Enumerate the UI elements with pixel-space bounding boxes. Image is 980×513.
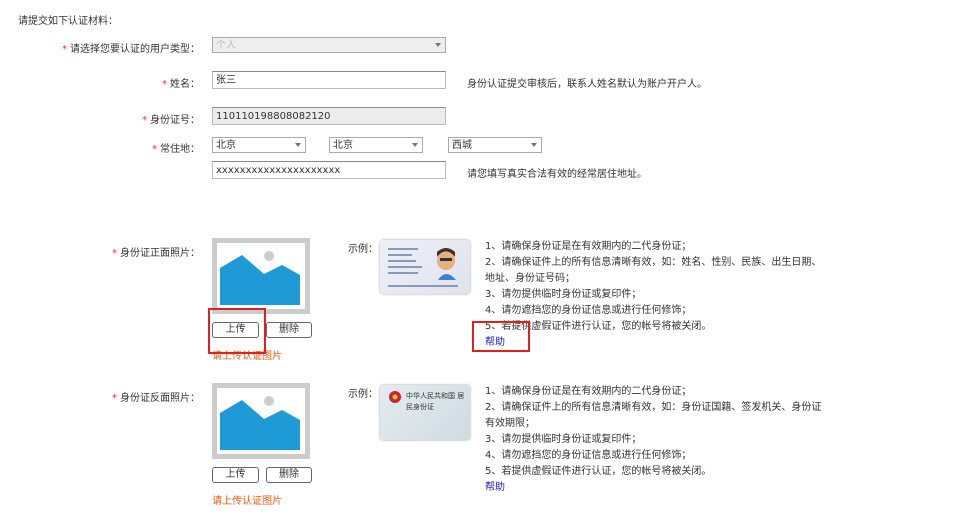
id-front-help-link[interactable]: 帮助 bbox=[485, 335, 825, 351]
chevron-down-icon bbox=[531, 143, 537, 147]
id-front-delete-button[interactable]: 删除 bbox=[266, 322, 312, 338]
address-input[interactable]: xxxxxxxxxxxxxxxxxxxxx bbox=[212, 161, 446, 179]
image-placeholder-icon bbox=[217, 388, 305, 454]
note: 1、请确保身份证是在有效期内的二代身份证； bbox=[485, 386, 692, 397]
note: 5、若提供虚假证件进行认证，您的帐号将被关闭。 bbox=[485, 466, 712, 477]
id-back-example-card: 中华人民共和国 居民身份证 bbox=[380, 385, 470, 440]
note: 2、请确保证件上的所有信息清晰有效，如：姓名、性别、民族、出生日期、地址、身份证… bbox=[485, 257, 822, 284]
name-label: * 姓名： bbox=[162, 79, 200, 90]
form-heading: 请提交如下认证材料： bbox=[18, 16, 118, 27]
id-number-label: * 身份证号： bbox=[142, 115, 200, 126]
note: 4、请勿遮挡您的身份证信息或进行任何修饰； bbox=[485, 450, 692, 461]
highlight-box bbox=[208, 308, 266, 354]
id-back-delete-button[interactable]: 删除 bbox=[266, 467, 312, 483]
id-back-upload-button[interactable]: 上传 bbox=[212, 467, 259, 483]
id-card-back-title: 中华人民共和国 居民身份证 bbox=[406, 392, 465, 411]
city-select[interactable]: 北京 bbox=[329, 137, 423, 153]
chevron-down-icon bbox=[435, 43, 441, 47]
chevron-down-icon bbox=[295, 143, 301, 147]
highlight-box bbox=[472, 321, 530, 352]
note: 2、请确保证件上的所有信息清晰有效，如：身份证国籍、签发机关、身份证有效期限； bbox=[485, 402, 822, 429]
name-input[interactable]: 张三 bbox=[212, 71, 446, 89]
image-placeholder-icon bbox=[217, 243, 305, 309]
id-number-input[interactable]: 110110198808082120 bbox=[212, 107, 446, 125]
note: 1、请确保身份证是在有效期内的二代身份证； bbox=[485, 241, 692, 252]
address-hint: 请您填写真实合法有效的经常居住地址。 bbox=[467, 169, 647, 180]
national-emblem-icon bbox=[389, 391, 401, 403]
user-type-select[interactable]: 个人 bbox=[212, 37, 446, 53]
id-back-image-placeholder bbox=[212, 383, 310, 459]
chevron-down-icon bbox=[412, 143, 418, 147]
id-back-notes: 1、请确保身份证是在有效期内的二代身份证； 2、请确保证件上的所有信息清晰有效，… bbox=[485, 384, 825, 496]
note: 5、若提供虚假证件进行认证，您的帐号将被关闭。 bbox=[485, 321, 712, 332]
id-front-label: * 身份证正面照片： bbox=[112, 248, 200, 259]
note: 3、请勿提供临时身份证或复印件； bbox=[485, 434, 642, 445]
note: 4、请勿遮挡您的身份证信息或进行任何修饰； bbox=[485, 305, 692, 316]
id-back-label: * 身份证反面照片： bbox=[112, 393, 200, 404]
note: 3、请勿提供临时身份证或复印件； bbox=[485, 289, 642, 300]
id-card-front-icon bbox=[388, 248, 458, 287]
id-front-image-placeholder bbox=[212, 238, 310, 314]
id-front-notes: 1、请确保身份证是在有效期内的二代身份证； 2、请确保证件上的所有信息清晰有效，… bbox=[485, 239, 825, 351]
district-select[interactable]: 西城 bbox=[448, 137, 542, 153]
id-front-example-label: 示例： bbox=[348, 244, 378, 255]
residence-label: * 常住地： bbox=[152, 144, 200, 155]
id-back-example-label: 示例： bbox=[348, 389, 378, 400]
id-back-help-link[interactable]: 帮助 bbox=[485, 480, 825, 496]
name-hint: 身份认证提交审核后，联系人姓名默认为账户开户人。 bbox=[467, 79, 707, 90]
id-front-example-card bbox=[380, 240, 470, 294]
province-select[interactable]: 北京 bbox=[212, 137, 306, 153]
id-back-error: 请上传认证图片 bbox=[212, 496, 282, 507]
user-type-label: * 请选择您要认证的用户类型： bbox=[62, 44, 200, 55]
